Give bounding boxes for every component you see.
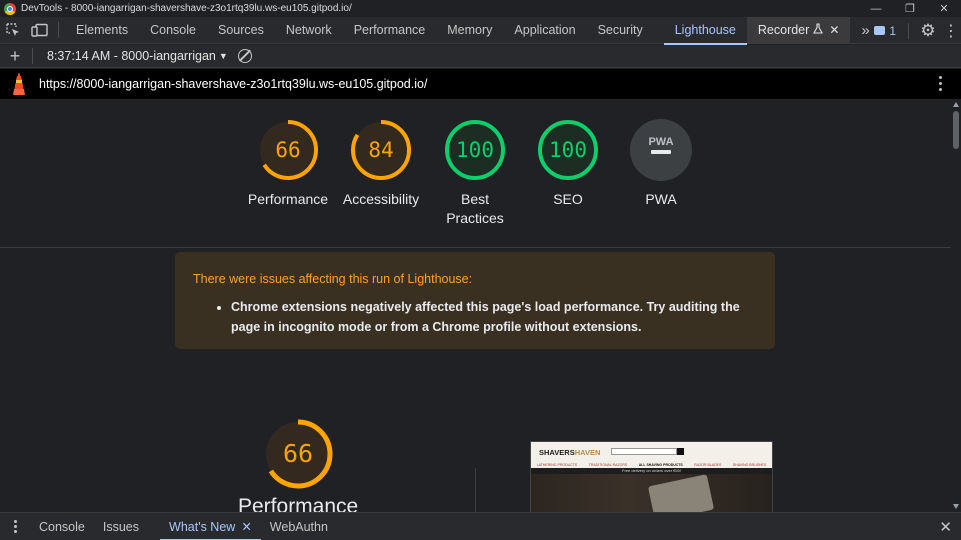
issue-icon: [874, 26, 886, 35]
drawer-menu-icon[interactable]: [0, 520, 30, 533]
site-nav-item: LATHERING PRODUCTS: [536, 463, 578, 467]
toolbar-divider: [908, 22, 909, 39]
tab-recorder-label: Recorder: [757, 23, 810, 37]
report-scrollbar[interactable]: [951, 99, 961, 512]
tab-recorder[interactable]: Recorder ✕: [746, 16, 851, 44]
minimize-button[interactable]: —: [859, 0, 893, 17]
performance-section-gauge[interactable]: 66 Performance: [238, 417, 358, 512]
lighthouse-logo-icon: [9, 73, 29, 95]
issues-count: 1: [889, 23, 896, 38]
site-search-box: [611, 448, 677, 455]
gauge-label: PWA: [645, 191, 677, 207]
site-brand: SHAVERSHAVEN: [539, 448, 600, 457]
scroll-down-arrow-icon[interactable]: [953, 504, 959, 509]
score-gauge-pwa[interactable]: PWA PWA: [601, 118, 721, 209]
tab-elements[interactable]: Elements: [65, 17, 139, 44]
window-title: DevTools - 8000-iangarrigan-shavershave-…: [21, 3, 352, 14]
section-divider: [475, 468, 476, 512]
close-tab-icon[interactable]: ✕: [829, 23, 839, 37]
caret-down-icon: ▼: [218, 51, 228, 61]
site-nav-item: ALL SHAVING PRODUCTS: [638, 463, 683, 467]
drawer-tab-console[interactable]: Console: [30, 513, 94, 540]
site-search-button: [677, 448, 684, 455]
report-menu-icon[interactable]: [939, 76, 943, 91]
gauge-score-value: 66: [275, 138, 300, 162]
site-nav-item: RAZOR BLADES: [694, 463, 722, 467]
warning-heading: There were issues affecting this run of …: [193, 272, 473, 286]
close-window-button[interactable]: ✕: [927, 0, 961, 17]
close-drawer-icon[interactable]: ✕: [939, 518, 952, 536]
settings-gear-icon[interactable]: ⚙: [915, 17, 941, 44]
pwa-badge-text: PWA: [648, 136, 673, 148]
site-hero-image: [531, 474, 772, 512]
site-nav-item: TRADITIONAL RAZORS: [588, 463, 628, 467]
drawer-tab-webauthn[interactable]: WebAuthn: [261, 513, 337, 540]
performance-section-title: Performance: [238, 495, 359, 512]
customize-menu-icon[interactable]: ⋮: [941, 17, 961, 44]
toolbar-divider: [32, 48, 33, 64]
run-warnings: There were issues affecting this run of …: [175, 252, 775, 349]
drawer-tab-issues[interactable]: Issues: [94, 513, 148, 540]
tab-security[interactable]: Security: [587, 17, 654, 44]
performance-score-value: 66: [283, 439, 313, 468]
tab-application[interactable]: Application: [503, 17, 586, 44]
section-divider: [0, 247, 951, 248]
scroll-up-arrow-icon[interactable]: [953, 102, 959, 107]
gauge-score-value: 100: [549, 138, 587, 162]
tab-sources[interactable]: Sources: [207, 17, 275, 44]
tab-network[interactable]: Network: [275, 17, 343, 44]
lighthouse-toolbar: + 8:37:14 AM - 8000-iangarrigan ▼: [0, 45, 961, 68]
devtools-drawer: Console Issues What's New ✕ WebAuthn ✕: [0, 512, 961, 540]
site-nav-item: SHAVING BRUSHES: [732, 463, 767, 467]
pwa-dash-icon: [651, 150, 671, 154]
gauge-score-value: 100: [456, 138, 494, 162]
drawer-tab-whats-new-label: What's New: [169, 519, 236, 534]
issues-counter[interactable]: 1: [868, 24, 902, 38]
hero-product-image: [647, 474, 715, 512]
drawer-tab-whats-new[interactable]: What's New ✕: [160, 513, 261, 540]
restore-button[interactable]: ❐: [893, 0, 927, 17]
device-toolbar-icon[interactable]: [26, 17, 52, 44]
gauge-score-value: 84: [368, 138, 393, 162]
final-screenshot-thumbnail[interactable]: SHAVERSHAVEN LATHERING PRODUCTS TRADITIO…: [530, 441, 773, 512]
clear-reports-icon[interactable]: [237, 49, 252, 63]
warning-item: Chrome extensions negatively affected th…: [231, 297, 757, 337]
tab-lighthouse[interactable]: Lighthouse: [663, 17, 748, 45]
report-url-bar: https://8000-iangarrigan-shavershave-z3o…: [0, 69, 961, 99]
new-report-button[interactable]: +: [4, 45, 26, 68]
flask-icon: [813, 23, 824, 37]
devtools-tab-bar: Elements Console Sources Network Perform…: [0, 16, 961, 45]
inspect-element-icon[interactable]: [0, 17, 26, 44]
site-brand-part-two: HAVEN: [574, 447, 601, 457]
report-selector-value: 8:37:14 AM - 8000-iangarrigan: [47, 49, 216, 63]
window-controls: — ❐ ✕: [859, 0, 961, 17]
report-selector[interactable]: 8:37:14 AM - 8000-iangarrigan ▼: [47, 49, 228, 63]
toolbar-divider: [58, 22, 59, 38]
site-header: SHAVERSHAVEN: [531, 442, 772, 462]
report-url[interactable]: https://8000-iangarrigan-shavershave-z3o…: [39, 77, 427, 91]
lighthouse-report: 66 Performance 84 Accessibility 100 Best Pra…: [0, 99, 951, 512]
scrollbar-thumb[interactable]: [953, 111, 959, 149]
close-tab-icon[interactable]: ✕: [241, 519, 251, 534]
site-brand-part-one: SHAVERS: [539, 447, 575, 457]
window-title-bar: DevTools - 8000-iangarrigan-shavershave-…: [0, 0, 961, 17]
tab-console[interactable]: Console: [139, 17, 207, 44]
tab-memory[interactable]: Memory: [436, 17, 503, 44]
tab-performance[interactable]: Performance: [343, 17, 437, 44]
warning-list: Chrome extensions negatively affected th…: [231, 297, 757, 337]
chrome-icon: [4, 2, 16, 15]
